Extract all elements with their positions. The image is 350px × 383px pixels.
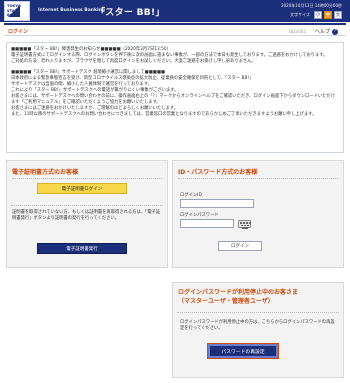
divider xyxy=(178,178,338,179)
notice-box: ■■■■■「スター BB!」障害発生のお知らせ■■■■■（2020年3月7日13… xyxy=(6,42,344,153)
font-size-label: 文字サイズ xyxy=(290,12,310,17)
login-id-label: ログインID xyxy=(180,193,202,198)
question-mark-icon: ? xyxy=(332,28,338,35)
divider xyxy=(12,178,162,179)
divider xyxy=(177,312,339,313)
login-button[interactable]: ログイン xyxy=(218,241,262,251)
brand-name: 「スター BB!」 xyxy=(96,8,165,18)
certificate-panel-heading: 電子証明書方式のお客様 xyxy=(12,169,79,176)
issue-certificate-button[interactable]: 電子証明書発行 xyxy=(37,243,127,254)
service-name: Internet Business Banking xyxy=(38,8,105,13)
font-size-selector: 文字サイズ 小 中 大 xyxy=(290,11,342,19)
font-size-medium-button[interactable]: 中 xyxy=(324,11,332,19)
login-password-label: ログインパスワード xyxy=(180,213,219,218)
id-password-panel-heading: ID・パスワード方式のお客様 xyxy=(178,169,258,176)
current-datetime: 2020年10月13日 14時00分00秒 xyxy=(281,3,342,8)
certificate-login-button[interactable]: 電子証明書ログイン xyxy=(37,183,127,194)
logo-text: TOKYO STAR BANK xyxy=(7,4,21,18)
help-label: ヘルプ xyxy=(314,29,330,35)
reset-password-button[interactable]: パスワードの再設定 xyxy=(208,344,278,358)
login-id-input[interactable] xyxy=(180,199,254,208)
certificate-help-text: 証明書を取得されていない方、もしくは証明書を再取得される方は、「電子証明書発行」… xyxy=(12,210,161,221)
page-title: ログイン xyxy=(8,29,29,35)
title-bar: ログイン BLGI001 ヘルプ ? xyxy=(4,23,346,36)
software-keyboard-icon[interactable] xyxy=(238,220,251,229)
notice-line: お客さまには、サポートデスクへの問い合わせの前に、操作画面右上の「?」マークから… xyxy=(11,94,336,105)
locked-panel-subheading: （マスターユーザ・管理者ユーザ） xyxy=(178,298,274,305)
screen-code: BLGI001 xyxy=(289,29,306,34)
font-size-large-button[interactable]: 大 xyxy=(334,11,342,19)
app-header: TOKYO STAR BANK Internet Business Bankin… xyxy=(0,0,350,22)
notice-line: また、11時以降のサポートデスクへのお問い合わせにつきましては、営業窓口の営業と… xyxy=(11,112,317,117)
font-size-small-button[interactable]: 小 xyxy=(314,11,322,19)
locked-panel-heading: ログインパスワードが利用停止中のお客さま xyxy=(178,289,299,296)
login-password-input[interactable] xyxy=(180,219,234,228)
locked-panel-body: ログインパスワードが利用停止中の方は、こちらからログインパスワードの再設定を行っ… xyxy=(180,320,335,331)
bank-logo: TOKYO STAR BANK xyxy=(4,1,30,21)
help-link[interactable]: ヘルプ ? xyxy=(315,28,338,35)
divider xyxy=(11,205,163,206)
